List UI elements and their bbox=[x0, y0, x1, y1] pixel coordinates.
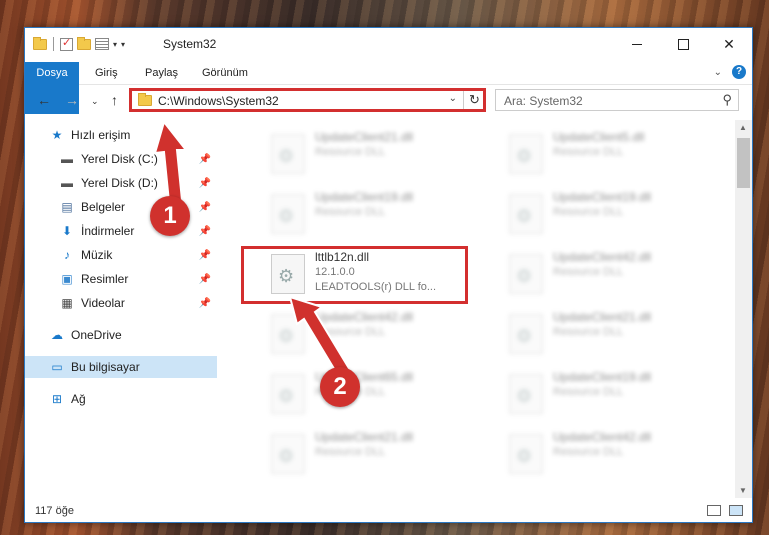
annotation-arrows bbox=[153, 119, 352, 379]
arrow-to-file bbox=[288, 295, 352, 379]
step-marker-2: 2 bbox=[320, 367, 360, 407]
step-marker-1: 1 bbox=[150, 196, 190, 236]
